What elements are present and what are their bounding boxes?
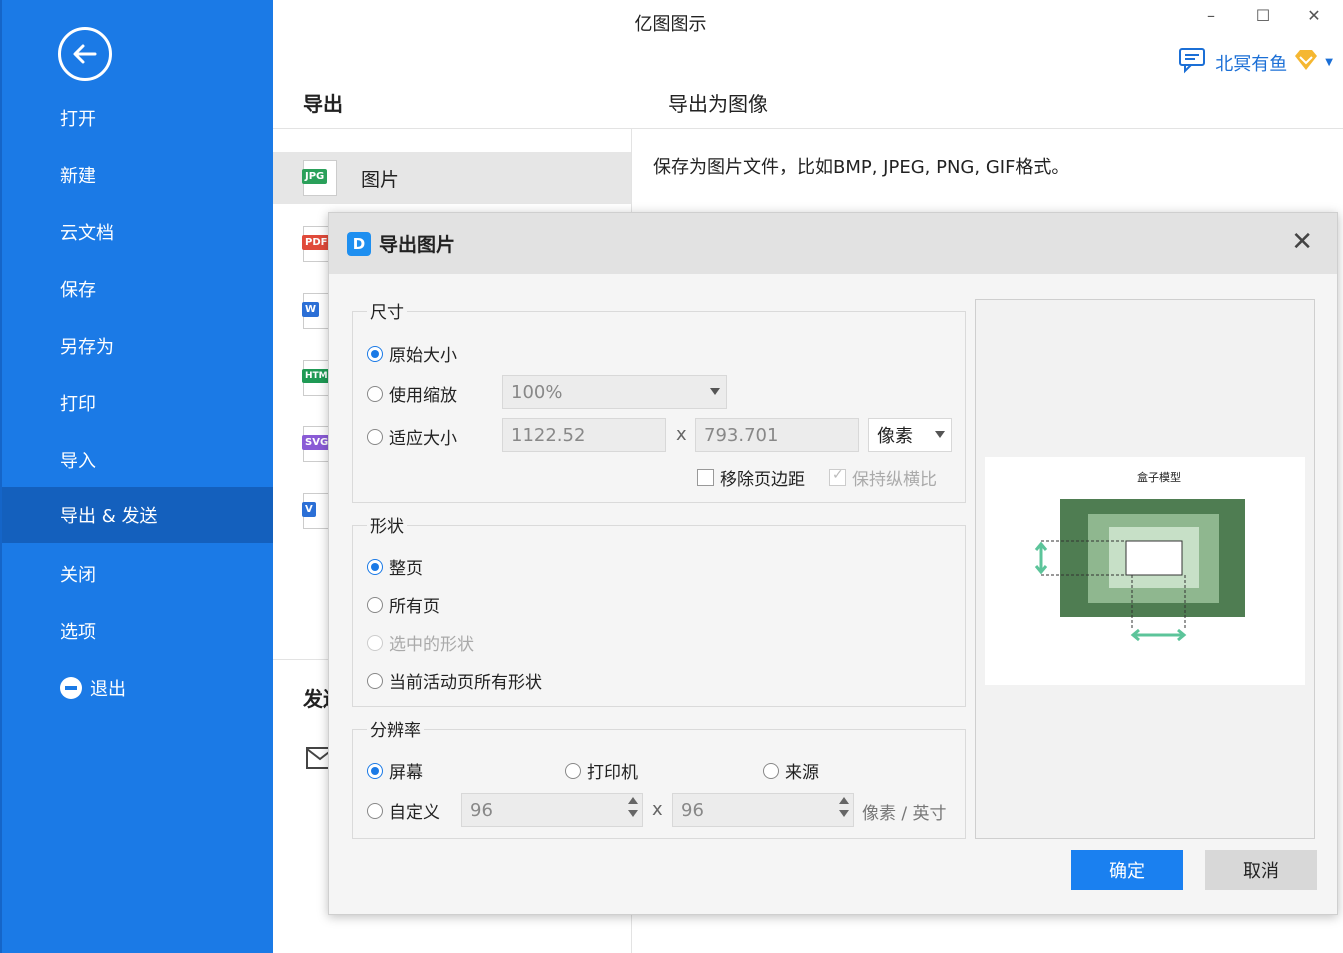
close-window-button[interactable]: ✕	[1299, 6, 1329, 32]
preview-title: 盒子模型	[1137, 470, 1181, 484]
radio-printer[interactable]: 打印机	[565, 758, 638, 783]
unit-select[interactable]: 像素	[868, 418, 952, 452]
dropdown-arrow-icon	[935, 431, 945, 438]
dpi-unit-label: 像素 / 英寸	[862, 804, 947, 824]
sidebar-item-cloud[interactable]: 云文档	[2, 204, 273, 260]
shape-group-title: 形状	[367, 512, 407, 537]
radio-source[interactable]: 来源	[763, 758, 819, 783]
height-input[interactable]: 793.701	[695, 418, 859, 452]
dpi-x-stepper[interactable]: 96	[461, 793, 643, 827]
jpg-file-icon: JPG	[302, 160, 337, 196]
size-group: 尺寸 原始大小 使用缩放 100% 适应大小 1122.52 x 793.701…	[352, 298, 966, 503]
user-name[interactable]: 北冥有鱼	[1215, 50, 1287, 76]
radio-whole-page[interactable]: 整页	[367, 554, 423, 579]
checkbox[interactable]	[697, 469, 714, 486]
dropdown-arrow-icon	[710, 388, 720, 395]
times-label: x	[652, 799, 663, 820]
stepper-arrows-icon[interactable]	[628, 797, 638, 817]
export-description: 保存为图片文件，比如BMP, JPEG, PNG, GIF格式。	[653, 157, 1070, 178]
sidebar-item-exit[interactable]: 退出	[2, 660, 273, 716]
zoom-select[interactable]: 100%	[502, 375, 727, 409]
export-image-dialog: D 导出图片 ✕ 尺寸 原始大小 使用缩放 100% 适应大小 1122.52 …	[328, 212, 1338, 915]
checkbox[interactable]	[829, 467, 846, 486]
remove-margin-checkbox[interactable]: 移除页边距	[697, 465, 805, 490]
radio-button	[367, 634, 383, 651]
radio-original-size[interactable]: 原始大小	[367, 341, 457, 366]
confirm-button[interactable]: 确定	[1071, 850, 1183, 890]
dpi-y-stepper[interactable]: 96	[672, 793, 854, 827]
radio-button[interactable]	[367, 762, 383, 779]
chat-icon[interactable]	[1177, 46, 1209, 79]
sidebar-item-new[interactable]: 新建	[2, 147, 273, 203]
dialog-title: 导出图片	[379, 234, 456, 256]
app-logo-icon: D	[347, 231, 371, 256]
back-arrow-icon[interactable]	[58, 27, 112, 81]
sidebar-item-save-as[interactable]: 另存为	[2, 318, 273, 374]
radio-selected-shapes: 选中的形状	[367, 630, 474, 655]
vip-diamond-icon	[1293, 48, 1319, 77]
resolution-group: 分辨率 屏幕 打印机 来源 自定义 96 x 96 像素 / 英寸	[352, 716, 966, 839]
keep-ratio-checkbox[interactable]: 保持纵横比	[829, 465, 937, 490]
radio-button[interactable]	[367, 345, 383, 362]
user-menu[interactable]: 北冥有鱼 ▼	[1177, 46, 1333, 79]
export-heading: 导出	[303, 92, 343, 116]
resolution-group-title: 分辨率	[367, 716, 424, 741]
sidebar-item-save[interactable]: 保存	[2, 261, 273, 317]
radio-screen[interactable]: 屏幕	[367, 758, 423, 783]
radio-button[interactable]	[367, 596, 383, 613]
preview-panel: 盒子模型	[975, 299, 1315, 839]
chevron-down-icon[interactable]: ▼	[1325, 57, 1333, 68]
window-title: 亿图图示	[634, 14, 707, 35]
shape-group: 形状 整页 所有页 选中的形状 当前活动页所有形状	[352, 512, 966, 707]
sidebar-item-close[interactable]: 关闭	[2, 546, 273, 602]
minimize-button[interactable]: –	[1196, 6, 1226, 32]
format-item-image[interactable]: JPG 图片	[273, 152, 631, 204]
cancel-button[interactable]: 取消	[1205, 850, 1317, 890]
stepper-arrows-icon[interactable]	[839, 797, 849, 817]
sidebar: 打开 新建 云文档 保存 另存为 打印 导入 导出 & 发送 关闭 选项 退出	[0, 0, 273, 953]
close-icon[interactable]: ✕	[1291, 227, 1313, 257]
radio-button[interactable]	[367, 428, 383, 445]
radio-button[interactable]	[367, 558, 383, 575]
radio-button[interactable]	[367, 802, 383, 819]
maximize-button[interactable]: ☐	[1248, 6, 1278, 32]
export-image-heading: 导出为图像	[668, 92, 768, 116]
radio-fit-size[interactable]: 适应大小	[367, 424, 457, 449]
radio-button[interactable]	[763, 762, 779, 779]
radio-custom[interactable]: 自定义	[367, 798, 440, 823]
sidebar-item-print[interactable]: 打印	[2, 375, 273, 431]
sidebar-item-export-send[interactable]: 导出 & 发送	[2, 487, 273, 543]
sidebar-item-open[interactable]: 打开	[2, 90, 273, 146]
times-label: x	[676, 424, 687, 445]
radio-current-page-shapes[interactable]: 当前活动页所有形状	[367, 668, 542, 693]
size-group-title: 尺寸	[367, 298, 407, 323]
sidebar-item-import[interactable]: 导入	[2, 432, 273, 488]
radio-button[interactable]	[367, 385, 383, 402]
radio-button[interactable]	[565, 762, 581, 779]
sidebar-item-options[interactable]: 选项	[2, 603, 273, 659]
exit-icon	[60, 677, 82, 699]
dialog-header: D 导出图片 ✕	[329, 213, 1337, 274]
radio-button[interactable]	[367, 672, 383, 689]
divider	[273, 128, 1343, 129]
radio-use-zoom[interactable]: 使用缩放	[367, 381, 457, 406]
radio-all-pages[interactable]: 所有页	[367, 592, 440, 617]
preview-image: 盒子模型	[985, 457, 1305, 685]
width-input[interactable]: 1122.52	[502, 418, 666, 452]
